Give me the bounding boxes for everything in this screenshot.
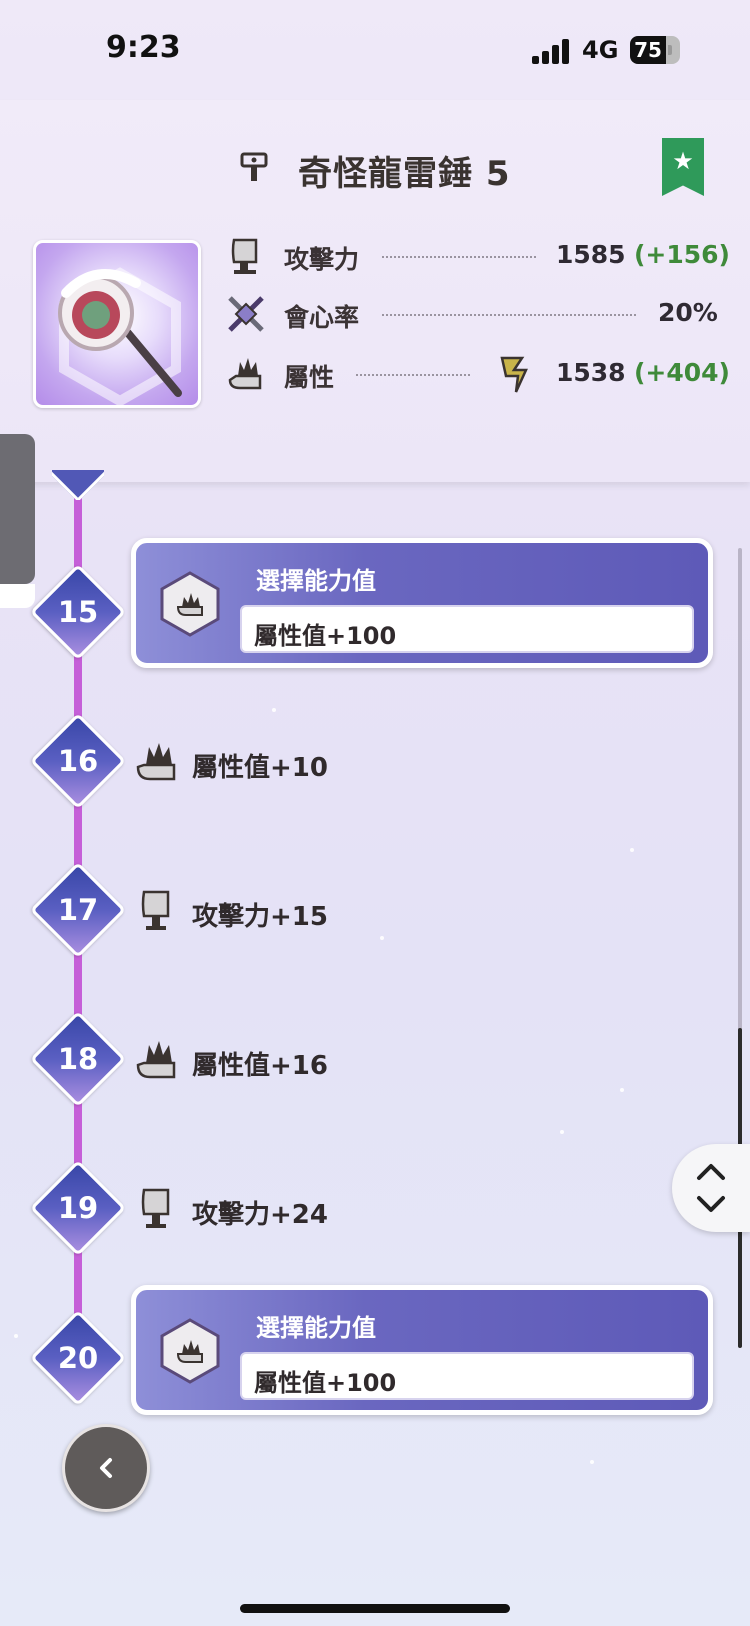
stat-label: 會心率	[284, 303, 360, 332]
choose-stat-card[interactable]: 選擇能力值 屬性值+100	[131, 1285, 713, 1415]
level-node: 15	[29, 563, 127, 661]
weapon-header: 奇怪龍雷錘 5 ★ 攻擊力 1585 (+156) 會心率 20% 屬性 153…	[0, 100, 750, 482]
signal-icon	[532, 38, 572, 64]
card-value: 屬性值+100	[254, 622, 397, 650]
element-icon	[136, 1041, 176, 1079]
level-node: 20	[29, 1309, 127, 1407]
element-hex-icon	[160, 1318, 220, 1384]
stat-value: 1538	[556, 358, 626, 387]
element-icon	[136, 743, 176, 781]
level-number: 15	[57, 595, 99, 629]
level-node: 18	[29, 1010, 127, 1108]
card-title: 選擇能力值	[256, 1314, 376, 1342]
card-value-field[interactable]: 屬性值+100	[240, 605, 694, 653]
level-number: 19	[57, 1191, 99, 1225]
element-hex-icon	[160, 571, 220, 637]
thunder-icon	[500, 356, 528, 393]
hammer-icon	[240, 152, 268, 181]
dotted-leader	[382, 256, 536, 258]
stat-row-element: 屬性 1538 (+404)	[226, 352, 730, 396]
level-node: 19	[29, 1159, 127, 1257]
reward-text: 屬性值+10	[192, 753, 328, 783]
level-node: 17	[29, 861, 127, 959]
home-indicator[interactable]	[240, 1604, 510, 1613]
stat-bonus: (+404)	[634, 358, 730, 387]
stat-row-affinity: 會心率 20%	[226, 292, 718, 336]
affinity-icon	[228, 296, 264, 332]
timeline-node-partial	[52, 470, 104, 500]
weapon-image	[33, 240, 201, 408]
card-value: 屬性值+100	[254, 1369, 397, 1397]
network-label: 4G	[582, 36, 619, 64]
side-panel-tab[interactable]	[0, 434, 35, 608]
attack-icon	[141, 1188, 170, 1228]
dotted-leader	[382, 314, 636, 316]
stat-label: 屬性	[284, 363, 335, 392]
chevron-left-icon	[100, 1458, 112, 1478]
stat-bonus: (+156)	[634, 240, 730, 269]
title-row: 奇怪龍雷錘 5 ★	[0, 120, 750, 196]
attack-icon	[141, 890, 170, 930]
battery-icon: 75	[630, 36, 672, 64]
stat-value: 1585	[556, 240, 626, 269]
level-node: 16	[29, 712, 127, 810]
reward-text: 攻擊力+24	[192, 1200, 328, 1230]
favorite-bookmark-icon[interactable]: ★	[662, 138, 704, 196]
element-icon	[228, 358, 262, 390]
level-number: 18	[57, 1042, 99, 1076]
stat-row-attack: 攻擊力 1585 (+156)	[226, 234, 730, 278]
stat-value: 20%	[658, 298, 718, 327]
level-number: 20	[57, 1341, 99, 1375]
page-title: 奇怪龍雷錘 5	[298, 154, 511, 194]
attack-icon	[231, 238, 258, 274]
reward-text: 攻擊力+15	[192, 902, 328, 932]
dotted-leader	[356, 374, 470, 376]
back-button[interactable]	[62, 1424, 150, 1512]
status-time: 9:23	[106, 30, 181, 65]
choose-stat-card[interactable]: 選擇能力值 屬性值+100	[131, 538, 713, 668]
level-number: 17	[57, 893, 99, 927]
level-number: 16	[57, 744, 99, 778]
card-value-field[interactable]: 屬性值+100	[240, 1352, 694, 1400]
scroll-up-down-button[interactable]	[672, 1144, 750, 1232]
stat-label: 攻擊力	[284, 245, 360, 274]
card-title: 選擇能力值	[256, 567, 376, 595]
reward-text: 屬性值+16	[192, 1051, 328, 1081]
status-bar: 9:23 4G 75	[0, 0, 750, 100]
chevron-up-down-icon	[697, 1164, 725, 1212]
